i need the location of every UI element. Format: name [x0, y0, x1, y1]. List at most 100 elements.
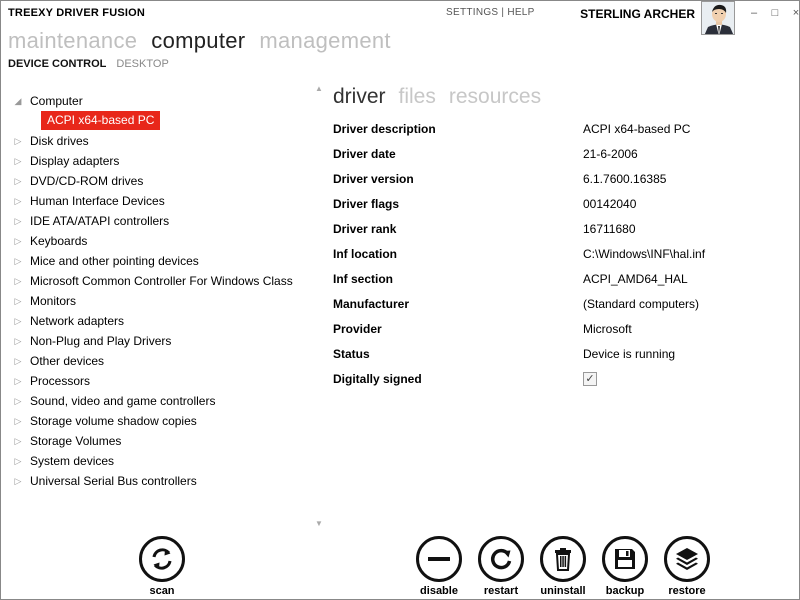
property-row: Driver flags 00142040	[333, 194, 773, 219]
tree-root-label: Computer	[30, 94, 83, 108]
tree-item[interactable]: ▷ Microsoft Common Controller For Windows…	[9, 271, 309, 291]
tree-item[interactable]: ▷ Storage Volumes	[9, 431, 309, 451]
property-label: Driver rank	[333, 222, 397, 236]
collapsed-arrow-icon[interactable]: ▷	[12, 451, 24, 471]
property-value: 16711680	[583, 222, 636, 236]
collapsed-arrow-icon[interactable]: ▷	[12, 131, 24, 151]
avatar[interactable]	[701, 1, 735, 35]
collapsed-arrow-icon[interactable]: ▷	[12, 211, 24, 231]
tab-driver[interactable]: driver	[333, 85, 386, 109]
property-row: Driver date 21-6-2006	[333, 144, 773, 169]
restart-button[interactable]: restart	[477, 536, 525, 597]
tree-item[interactable]: ▷ System devices	[9, 451, 309, 471]
expanded-arrow-icon[interactable]: ◢	[12, 91, 24, 111]
property-row: Inf section ACPI_AMD64_HAL	[333, 269, 773, 294]
maximize-icon[interactable]: □	[769, 7, 781, 19]
property-row: Provider Microsoft	[333, 319, 773, 344]
checkmark-icon: ✓	[585, 373, 595, 385]
scan-button[interactable]: scan	[138, 536, 186, 597]
tree-item[interactable]: ▷ Storage volume shadow copies	[9, 411, 309, 431]
tree-item[interactable]: ▷ Non-Plug and Play Drivers	[9, 331, 309, 351]
link-separator: |	[501, 7, 505, 18]
tree-item[interactable]: ▷ Keyboards	[9, 231, 309, 251]
tab-files[interactable]: files	[399, 85, 436, 109]
subnav-device-control[interactable]: DEVICE CONTROL	[8, 58, 106, 70]
tree-item-label: Universal Serial Bus controllers	[30, 474, 197, 488]
collapsed-arrow-icon[interactable]: ▷	[12, 291, 24, 311]
tree-item[interactable]: ▷ DVD/CD-ROM drives	[9, 171, 309, 191]
collapsed-arrow-icon[interactable]: ▷	[12, 331, 24, 351]
collapsed-arrow-icon[interactable]: ▷	[12, 411, 24, 431]
tree-item[interactable]: ▷ Network adapters	[9, 311, 309, 331]
tree-item[interactable]: ▷ IDE ATA/ATAPI controllers	[9, 211, 309, 231]
minimize-icon[interactable]: –	[748, 7, 760, 19]
tree-item[interactable]: ▷ Processors	[9, 371, 309, 391]
uninstall-label: uninstall	[540, 585, 586, 597]
tree-selected-device[interactable]: ACPI x64-based PC	[41, 111, 161, 130]
subnav-desktop[interactable]: DESKTOP	[116, 58, 168, 70]
tree-item-label: Storage Volumes	[30, 434, 122, 448]
collapsed-arrow-icon[interactable]: ▷	[12, 231, 24, 251]
tree-categories: ▷ Disk drives ▷ Display adapters ▷ DVD/CD-ROM…	[9, 131, 309, 491]
tree-item[interactable]: ▷ Mice and other pointing devices	[9, 251, 309, 271]
property-row-signed: Digitally signed ✓	[333, 369, 773, 394]
main-nav: maintenance computer management	[8, 28, 391, 54]
disable-button[interactable]: disable	[415, 536, 463, 597]
collapsed-arrow-icon[interactable]: ▷	[12, 271, 24, 291]
tree-root-computer[interactable]: ◢ Computer	[9, 91, 309, 111]
tree-item-label: IDE ATA/ATAPI controllers	[30, 214, 170, 228]
tree-item-label: Monitors	[30, 294, 77, 308]
help-link[interactable]: HELP	[507, 7, 534, 18]
tree-item-label: Storage volume shadow copies	[30, 414, 197, 428]
disable-label: disable	[420, 585, 458, 597]
collapsed-arrow-icon[interactable]: ▷	[12, 431, 24, 451]
tree-item[interactable]: ▷ Monitors	[9, 291, 309, 311]
nav-management[interactable]: management	[259, 28, 390, 54]
uninstall-button[interactable]: uninstall	[539, 536, 587, 597]
restore-button[interactable]: restore	[663, 536, 711, 597]
tree-item-label: Network adapters	[30, 314, 125, 328]
collapsed-arrow-icon[interactable]: ▷	[12, 151, 24, 171]
close-icon[interactable]: ×	[790, 7, 800, 19]
tree-item[interactable]: ▷ Universal Serial Bus controllers	[9, 471, 309, 491]
tree-item[interactable]: ▷ Display adapters	[9, 151, 309, 171]
property-value: Microsoft	[583, 322, 632, 336]
restore-label: restore	[668, 585, 706, 597]
settings-link[interactable]: SETTINGS	[446, 7, 498, 18]
property-label: Inf section	[333, 272, 394, 286]
tree-item-label: Processors	[30, 374, 91, 388]
tree-item-label: Disk drives	[30, 134, 89, 148]
tree-item[interactable]: ▷ Other devices	[9, 351, 309, 371]
collapsed-arrow-icon[interactable]: ▷	[12, 391, 24, 411]
property-label: Driver description	[333, 122, 436, 136]
sub-nav: DEVICE CONTROL DESKTOP	[8, 58, 169, 70]
nav-computer[interactable]: computer	[151, 28, 245, 54]
scroll-down-icon[interactable]: ▼	[315, 519, 323, 528]
tree-item-label: DVD/CD-ROM drives	[30, 174, 144, 188]
collapsed-arrow-icon[interactable]: ▷	[12, 171, 24, 191]
tree-item-label: System devices	[30, 454, 115, 468]
collapsed-arrow-icon[interactable]: ▷	[12, 191, 24, 211]
tree-item[interactable]: ▷ Sound, video and game controllers	[9, 391, 309, 411]
property-row: Driver description ACPI x64-based PC	[333, 119, 773, 144]
app-window: TREEXY DRIVER FUSION SETTINGS | HELP STERL…	[0, 0, 800, 600]
collapsed-arrow-icon[interactable]: ▷	[12, 371, 24, 391]
collapsed-arrow-icon[interactable]: ▷	[12, 471, 24, 491]
backup-button[interactable]: backup	[601, 536, 649, 597]
tree-item[interactable]: ▷ Human Interface Devices	[9, 191, 309, 211]
collapsed-arrow-icon[interactable]: ▷	[12, 311, 24, 331]
layers-icon	[664, 536, 710, 582]
nav-maintenance[interactable]: maintenance	[8, 28, 137, 54]
tree-item-label: Other devices	[30, 354, 105, 368]
restart-label: restart	[483, 585, 519, 597]
scroll-up-icon[interactable]: ▲	[315, 84, 323, 93]
top-links: SETTINGS | HELP	[446, 7, 535, 18]
save-disk-icon	[602, 536, 648, 582]
digitally-signed-checkbox[interactable]: ✓	[583, 372, 597, 386]
property-value: C:\Windows\INF\hal.inf	[583, 247, 706, 261]
tab-resources[interactable]: resources	[449, 85, 541, 109]
tree-item[interactable]: ▷ Disk drives	[9, 131, 309, 151]
property-row: Driver version 6.1.7600.16385	[333, 169, 773, 194]
collapsed-arrow-icon[interactable]: ▷	[12, 251, 24, 271]
collapsed-arrow-icon[interactable]: ▷	[12, 351, 24, 371]
